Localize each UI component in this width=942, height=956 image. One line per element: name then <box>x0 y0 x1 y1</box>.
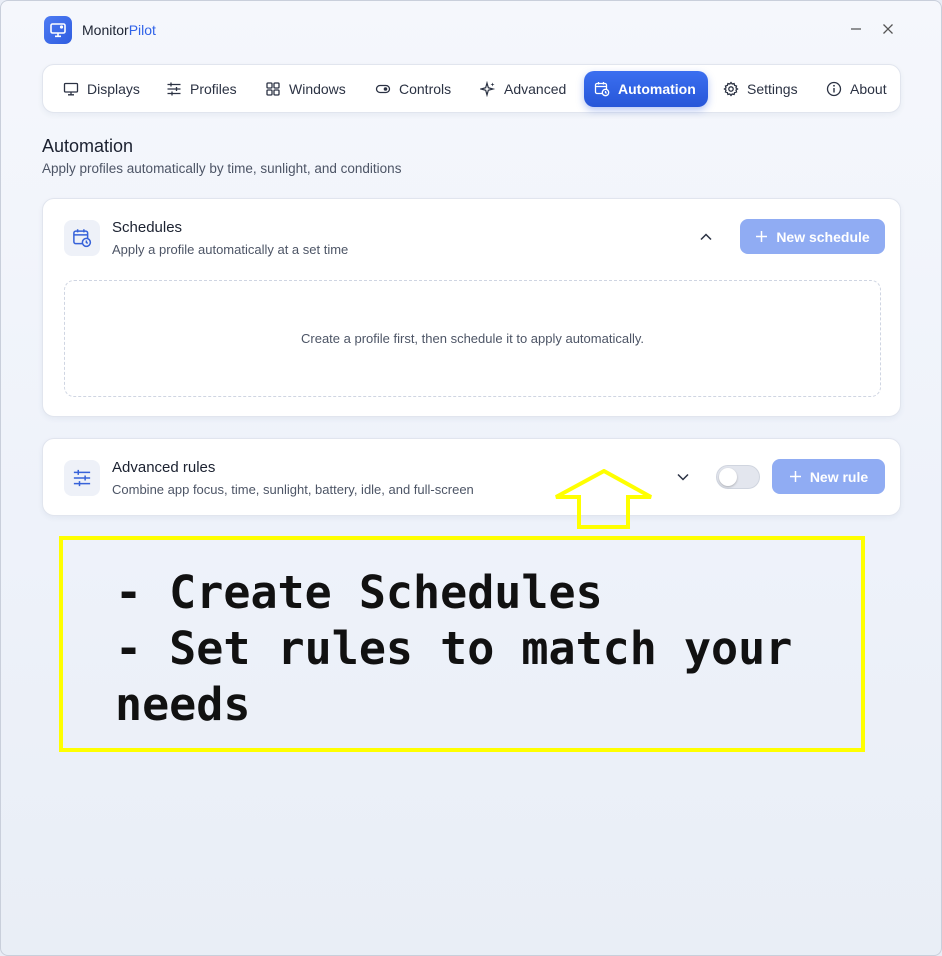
annotation-box: - Create Schedules - Set rules to match … <box>59 536 865 752</box>
tab-about[interactable]: About <box>816 71 897 107</box>
empty-message: Create a profile first, then schedule it… <box>301 331 644 346</box>
sliders-icon <box>64 460 100 496</box>
calendar-clock-icon <box>594 82 610 97</box>
button-label: New schedule <box>776 228 870 245</box>
app-window: MonitorPilot Displays Profiles Windows C… <box>0 0 942 956</box>
tab-displays[interactable]: Displays <box>53 71 150 107</box>
monitor-settings-icon <box>44 16 72 44</box>
toggle-knob <box>719 468 737 486</box>
plus-icon <box>789 471 801 482</box>
annotation-line: needs <box>115 678 251 731</box>
chevron-up-icon[interactable] <box>698 229 714 245</box>
toggle-icon <box>375 84 391 94</box>
rules-enable-toggle[interactable] <box>716 465 760 489</box>
tab-label: About <box>850 81 887 97</box>
page-title: Automation <box>42 136 134 156</box>
info-icon <box>826 81 842 97</box>
monitor-icon <box>63 82 79 96</box>
tab-label: Windows <box>289 81 346 97</box>
advanced-rules-card: Advanced rules Combine app focus, time, … <box>42 438 901 516</box>
close-icon[interactable] <box>878 19 898 39</box>
minimize-icon[interactable] <box>846 19 866 39</box>
rules-subtitle: Combine app focus, time, sunlight, batte… <box>112 482 474 497</box>
plus-icon <box>756 231 768 242</box>
tab-controls[interactable]: Controls <box>365 71 461 107</box>
schedules-empty-state: Create a profile first, then schedule it… <box>64 280 881 397</box>
chevron-down-icon[interactable] <box>675 469 691 485</box>
tab-label: Controls <box>399 81 452 97</box>
grid-icon <box>266 82 280 96</box>
tab-settings[interactable]: Settings <box>713 71 808 107</box>
title-bar: MonitorPilot <box>1 1 941 59</box>
annotation-line: - Create Schedules <box>115 566 603 619</box>
sparkle-icon <box>480 81 496 97</box>
new-schedule-button[interactable]: New schedule <box>740 219 885 254</box>
page-subtitle: Apply profiles automatically by time, su… <box>42 161 402 176</box>
main-tab-bar: Displays Profiles Windows Controls Advan… <box>42 64 901 113</box>
tab-label: Advanced <box>504 81 567 97</box>
sliders-icon <box>167 82 181 96</box>
tab-profiles[interactable]: Profiles <box>156 71 247 107</box>
schedules-card: Schedules Apply a profile automatically … <box>42 198 901 417</box>
button-label: New rule <box>809 468 869 485</box>
tab-automation[interactable]: Automation <box>584 71 708 107</box>
tab-windows[interactable]: Windows <box>255 71 356 107</box>
tab-label: Profiles <box>190 81 237 97</box>
tab-advanced[interactable]: Advanced <box>470 71 576 107</box>
gear-icon <box>723 81 739 97</box>
tab-label: Displays <box>87 81 140 97</box>
rules-title: Advanced rules <box>112 459 216 476</box>
schedules-subtitle: Apply a profile automatically at a set t… <box>112 242 349 257</box>
up-arrow-icon <box>555 469 652 529</box>
tab-label: Automation <box>618 81 696 97</box>
tab-label: Settings <box>747 81 798 97</box>
annotation-line: - Set rules to match your <box>115 622 793 675</box>
calendar-clock-icon <box>64 220 100 256</box>
new-rule-button[interactable]: New rule <box>772 459 885 494</box>
schedules-title: Schedules <box>112 219 183 236</box>
app-title: MonitorPilot <box>82 22 156 38</box>
